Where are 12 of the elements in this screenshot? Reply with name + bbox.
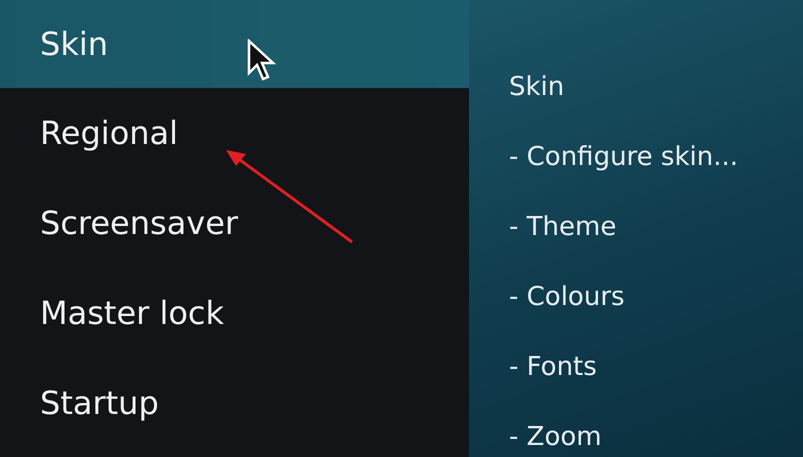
detail-text: - Fonts [509, 351, 598, 384]
menu-item[interactable]: Master lock [0, 268, 469, 358]
detail-text: - Zoom [509, 421, 603, 454]
detail-text: Skin [509, 71, 566, 104]
detail-text: - Colours [509, 281, 626, 314]
detail-text: - Theme [509, 211, 618, 244]
menu-item[interactable]: Screensaver [0, 178, 469, 268]
menu-item[interactable]: Skin [0, 0, 469, 88]
detail-text: - Configure skin... [509, 141, 740, 174]
menu-item[interactable]: Startup [0, 358, 469, 448]
menu-item[interactable]: Regional [0, 88, 469, 178]
mouse-pointer-icon [247, 39, 277, 83]
